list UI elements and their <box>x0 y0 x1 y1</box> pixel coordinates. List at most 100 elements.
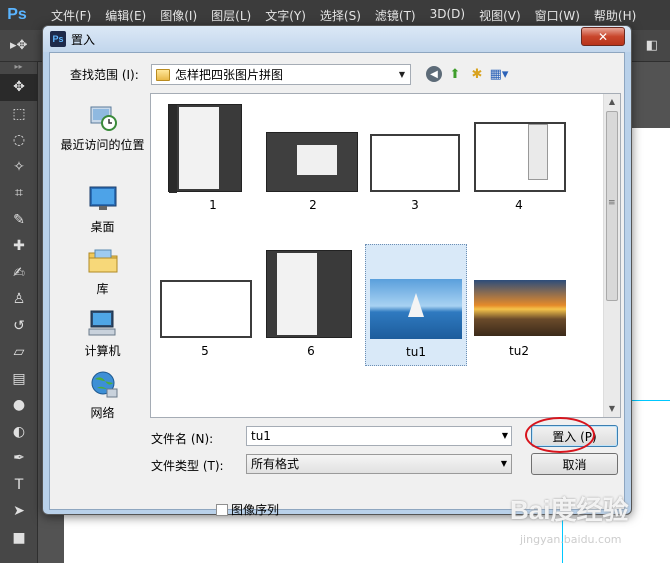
image-sequence-checkbox[interactable] <box>216 503 228 516</box>
new-folder-icon[interactable]: ✱ <box>468 65 486 83</box>
file-item-6[interactable]: 6 <box>261 244 361 364</box>
menu-type[interactable]: 文字(Y) <box>258 7 313 24</box>
menu-image[interactable]: 图像(I) <box>153 7 204 24</box>
filetype-select[interactable]: 所有格式 ▼ <box>246 454 512 474</box>
history-brush-icon[interactable]: ↺ <box>0 313 38 340</box>
close-button[interactable]: ✕ <box>581 27 625 46</box>
look-in-label: 查找范围 (I): <box>70 68 139 82</box>
dialog-titlebar[interactable]: Ps 置入 ✕ <box>43 26 631 52</box>
file-name-label: 3 <box>411 198 419 212</box>
chevron-down-icon[interactable]: ▼ <box>394 70 410 79</box>
move-tool-icon[interactable]: ✥ <box>0 74 38 101</box>
chevron-down-icon[interactable]: ▼ <box>501 455 507 473</box>
places-bar: 最近访问的位置 桌面 库 计算机 网络 <box>56 93 149 423</box>
network-icon <box>91 371 117 398</box>
sunset-photo-thumbnail <box>474 280 566 336</box>
view-menu-icon[interactable]: ▦▾ <box>490 65 509 83</box>
menu-layer[interactable]: 图层(L) <box>204 7 258 24</box>
file-name-label: tu2 <box>509 344 529 358</box>
libraries-icon <box>88 249 117 273</box>
recent-places-icon <box>90 106 117 131</box>
chevron-down-icon[interactable]: ▼ <box>502 427 508 445</box>
menu-window[interactable]: 窗口(W) <box>528 7 587 24</box>
file-item-tu2[interactable]: tu2 <box>469 244 569 364</box>
thumbnail-image <box>474 122 566 192</box>
scrollbar-thumb[interactable] <box>606 111 618 301</box>
baidu-watermark-url: jingyan.baidu.com <box>520 533 622 546</box>
desktop-icon <box>89 186 116 210</box>
eyedropper-icon[interactable]: ✎ <box>0 207 38 234</box>
clone-stamp-icon[interactable]: ♙ <box>0 286 38 313</box>
path-selection-icon[interactable]: ➤ <box>0 498 38 525</box>
file-name-label: 5 <box>201 344 209 358</box>
blur-tool-icon[interactable]: ● <box>0 392 38 419</box>
dodge-tool-icon[interactable]: ◐ <box>0 419 38 446</box>
up-folder-icon[interactable]: ⬆ <box>446 65 464 83</box>
file-item-1[interactable]: 1 <box>163 98 263 218</box>
type-tool-icon[interactable]: T <box>0 472 38 499</box>
place-label: 计算机 <box>84 344 121 358</box>
menu-file[interactable]: 文件(F) <box>44 7 98 24</box>
menu-select[interactable]: 选择(S) <box>313 7 368 24</box>
scroll-down-icon[interactable]: ▼ <box>604 401 620 417</box>
place-label: 网络 <box>90 406 115 420</box>
healing-brush-icon[interactable]: ✚ <box>0 233 38 260</box>
magic-wand-icon[interactable]: ✧ <box>0 154 38 181</box>
file-name-label: 2 <box>309 198 317 212</box>
cancel-button[interactable]: 取消 <box>531 453 618 475</box>
marquee-tool-icon[interactable]: ⬚ <box>0 101 38 128</box>
folder-icon <box>156 68 170 81</box>
thumbnail-image <box>370 134 460 192</box>
menu-3d[interactable]: 3D(D) <box>423 7 472 24</box>
dialog-client: 查找范围 (I): 怎样把四张图片拼图 ▼ ◀ ⬆ ✱ ▦▾ 最近访问的位置 桌… <box>49 52 625 517</box>
file-name-label: 6 <box>307 344 315 358</box>
back-icon[interactable]: ◀ <box>426 66 442 82</box>
photoshop-app-icon: Ps <box>50 31 66 47</box>
gradient-tool-icon[interactable]: ▤ <box>0 366 38 393</box>
scroll-up-icon[interactable]: ▲ <box>604 94 620 110</box>
vertical-scrollbar[interactable]: ▲ ▼ <box>603 94 620 417</box>
look-in-combobox[interactable]: 怎样把四张图片拼图 ▼ <box>151 64 411 85</box>
place-computer[interactable]: 计算机 <box>56 307 149 359</box>
brush-tool-icon[interactable]: ✍ <box>0 260 38 287</box>
menu-help[interactable]: 帮助(H) <box>587 7 643 24</box>
file-item-tu1[interactable]: tu1 <box>365 244 467 366</box>
ps-menu-list: 文件(F) 编辑(E) 图像(I) 图层(L) 文字(Y) 选择(S) 滤镜(T… <box>44 7 643 24</box>
place-libraries[interactable]: 库 <box>56 245 149 297</box>
menu-view[interactable]: 视图(V) <box>472 7 528 24</box>
crop-tool-icon[interactable]: ⌗ <box>0 180 38 207</box>
shape-tool-icon[interactable]: ■ <box>0 525 38 552</box>
lasso-tool-icon[interactable]: ◌ <box>0 127 38 154</box>
filename-input[interactable]: tu1 ▼ <box>246 426 512 446</box>
place-desktop[interactable]: 桌面 <box>56 183 149 235</box>
ps-toolbar: ▸▸ ✥ ⬚ ◌ ✧ ⌗ ✎ ✚ ✍ ♙ ↺ ▱ ▤ ● ◐ ✒ T ➤ ■ <box>0 62 38 563</box>
thumbnail-image <box>266 132 358 192</box>
filename-label: 文件名 (N): <box>151 432 214 446</box>
file-item-2[interactable]: 2 <box>263 98 363 218</box>
place-recent[interactable]: 最近访问的位置 <box>56 101 149 153</box>
dialog-title: 置入 <box>71 33 96 47</box>
thumbnail-image <box>160 280 252 338</box>
file-item-4[interactable]: 4 <box>469 98 569 218</box>
file-list-view[interactable]: 1 2 3 4 5 6 tu1 tu2 ▲ ≡ ▼ <box>150 93 621 418</box>
move-tool-preset-icon[interactable]: ▸✥ <box>10 38 27 53</box>
pen-tool-icon[interactable]: ✒ <box>0 445 38 472</box>
eraser-tool-icon[interactable]: ▱ <box>0 339 38 366</box>
menu-edit[interactable]: 编辑(E) <box>98 7 153 24</box>
toolbar-grip-icon[interactable]: ▸▸ <box>0 62 37 74</box>
menu-filter[interactable]: 滤镜(T) <box>368 7 423 24</box>
place-network[interactable]: 网络 <box>56 369 149 421</box>
image-sequence-option[interactable]: 图像序列 <box>216 501 279 518</box>
file-item-5[interactable]: 5 <box>155 244 255 364</box>
workspace-switcher-icon[interactable]: ◧ <box>646 38 658 53</box>
file-item-3[interactable]: 3 <box>365 98 465 218</box>
red-highlight-circle <box>525 417 595 453</box>
filetype-label: 文件类型 (T): <box>151 459 224 473</box>
file-name-label: tu1 <box>406 345 426 359</box>
look-in-value: 怎样把四张图片拼图 <box>175 68 284 82</box>
sailboat-photo-thumbnail <box>370 279 462 339</box>
place-label: 最近访问的位置 <box>60 138 145 152</box>
baidu-watermark: Bai度经验 <box>510 495 629 525</box>
filetype-value: 所有格式 <box>251 457 300 471</box>
thumbnail-image <box>266 250 352 338</box>
